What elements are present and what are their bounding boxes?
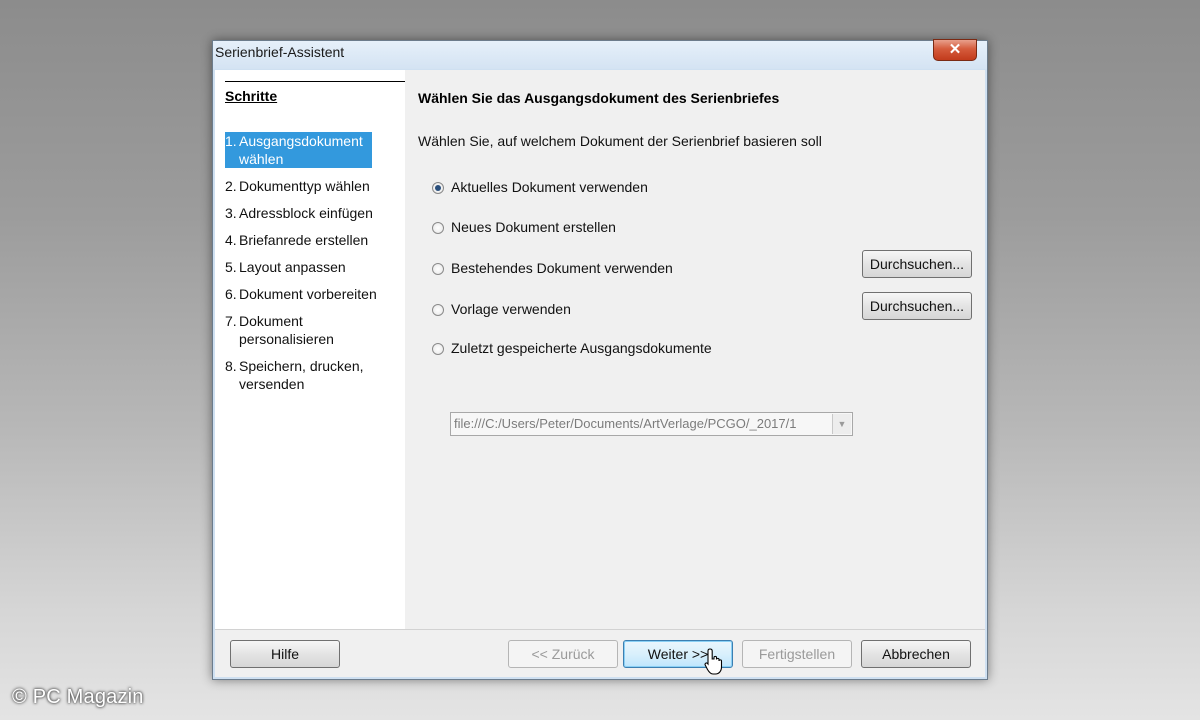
step-label: Dokument vorbereiten <box>239 286 377 302</box>
sidebar-divider <box>225 81 405 82</box>
option-zuletzt-gespeichert[interactable]: Zuletzt gespeicherte Ausgangsdokumente <box>432 340 712 356</box>
step-speichern[interactable]: 8. Speichern, drucken, versenden <box>225 357 395 393</box>
step-personalisieren[interactable]: 7. Dokument personalisieren <box>225 312 395 348</box>
step-label: Layout anpassen <box>239 259 346 275</box>
close-icon: ✕ <box>948 41 962 58</box>
step-briefanrede[interactable]: 4. Briefanrede erstellen <box>225 231 395 249</box>
copyright-watermark: © PC Magazin <box>12 686 144 708</box>
content-title: Wählen Sie das Ausgangsdokument des Seri… <box>418 90 780 106</box>
dialog-client-area: Schritte 1. Ausgangsdokument wählen 2. D… <box>215 70 985 677</box>
step-label: Ausgangsdokument wählen <box>239 133 363 167</box>
steps-list: 1. Ausgangsdokument wählen 2. Dokumentty… <box>225 132 395 402</box>
recent-documents-combo[interactable]: file:///C:/Users/Peter/Documents/ArtVerl… <box>450 412 853 436</box>
step-ausgangsdokument[interactable]: 1. Ausgangsdokument wählen <box>225 132 372 168</box>
chevron-down-icon[interactable]: ▼ <box>832 414 851 434</box>
step-label: Dokumenttyp wählen <box>239 178 370 194</box>
close-button[interactable]: ✕ <box>933 39 977 61</box>
step-content: Wählen Sie das Ausgangsdokument des Seri… <box>405 70 985 629</box>
finish-button[interactable]: Fertigstellen <box>742 640 852 668</box>
option-aktuelles-dokument[interactable]: Aktuelles Dokument verwenden <box>432 179 648 195</box>
radio-button[interactable] <box>432 263 444 275</box>
cancel-button[interactable]: Abbrechen <box>861 640 971 668</box>
mouse-pointer-icon <box>704 648 723 675</box>
footer-divider <box>215 629 985 630</box>
steps-sidebar: Schritte 1. Ausgangsdokument wählen 2. D… <box>215 70 405 629</box>
steps-heading: Schritte <box>225 88 278 104</box>
wizard-window: Serienbrief-Assistent ✕ Schritte 1. Ausg… <box>212 39 988 680</box>
option-vorlage[interactable]: Vorlage verwenden <box>432 301 571 317</box>
step-adressblock[interactable]: 3. Adressblock einfügen <box>225 204 395 222</box>
step-label: Speichern, drucken, versenden <box>239 358 364 392</box>
recent-path-value: file:///C:/Users/Peter/Documents/ArtVerl… <box>454 416 797 431</box>
window-title: Serienbrief-Assistent <box>215 44 345 60</box>
step-label: Dokument personalisieren <box>239 313 334 347</box>
back-button[interactable]: << Zurück <box>508 640 618 668</box>
step-dokumenttyp[interactable]: 2. Dokumenttyp wählen <box>225 177 395 195</box>
radio-button[interactable] <box>432 222 444 234</box>
radio-button[interactable] <box>432 182 444 194</box>
step-layout[interactable]: 5. Layout anpassen <box>225 258 395 276</box>
step-label: Adressblock einfügen <box>239 205 373 221</box>
radio-button[interactable] <box>432 304 444 316</box>
content-subtitle: Wählen Sie, auf welchem Dokument der Ser… <box>418 133 822 149</box>
step-label: Briefanrede erstellen <box>239 232 369 248</box>
option-neues-dokument[interactable]: Neues Dokument erstellen <box>432 219 616 235</box>
browse-existing-button[interactable]: Durchsuchen... <box>862 250 972 278</box>
help-button[interactable]: Hilfe <box>230 640 340 668</box>
title-bar[interactable]: Serienbrief-Assistent ✕ <box>213 39 987 69</box>
radio-button[interactable] <box>432 343 444 355</box>
step-dokument-vorbereiten[interactable]: 6. Dokument vorbereiten <box>225 285 395 303</box>
browse-template-button[interactable]: Durchsuchen... <box>862 292 972 320</box>
option-bestehendes-dokument[interactable]: Bestehendes Dokument verwenden <box>432 260 673 276</box>
